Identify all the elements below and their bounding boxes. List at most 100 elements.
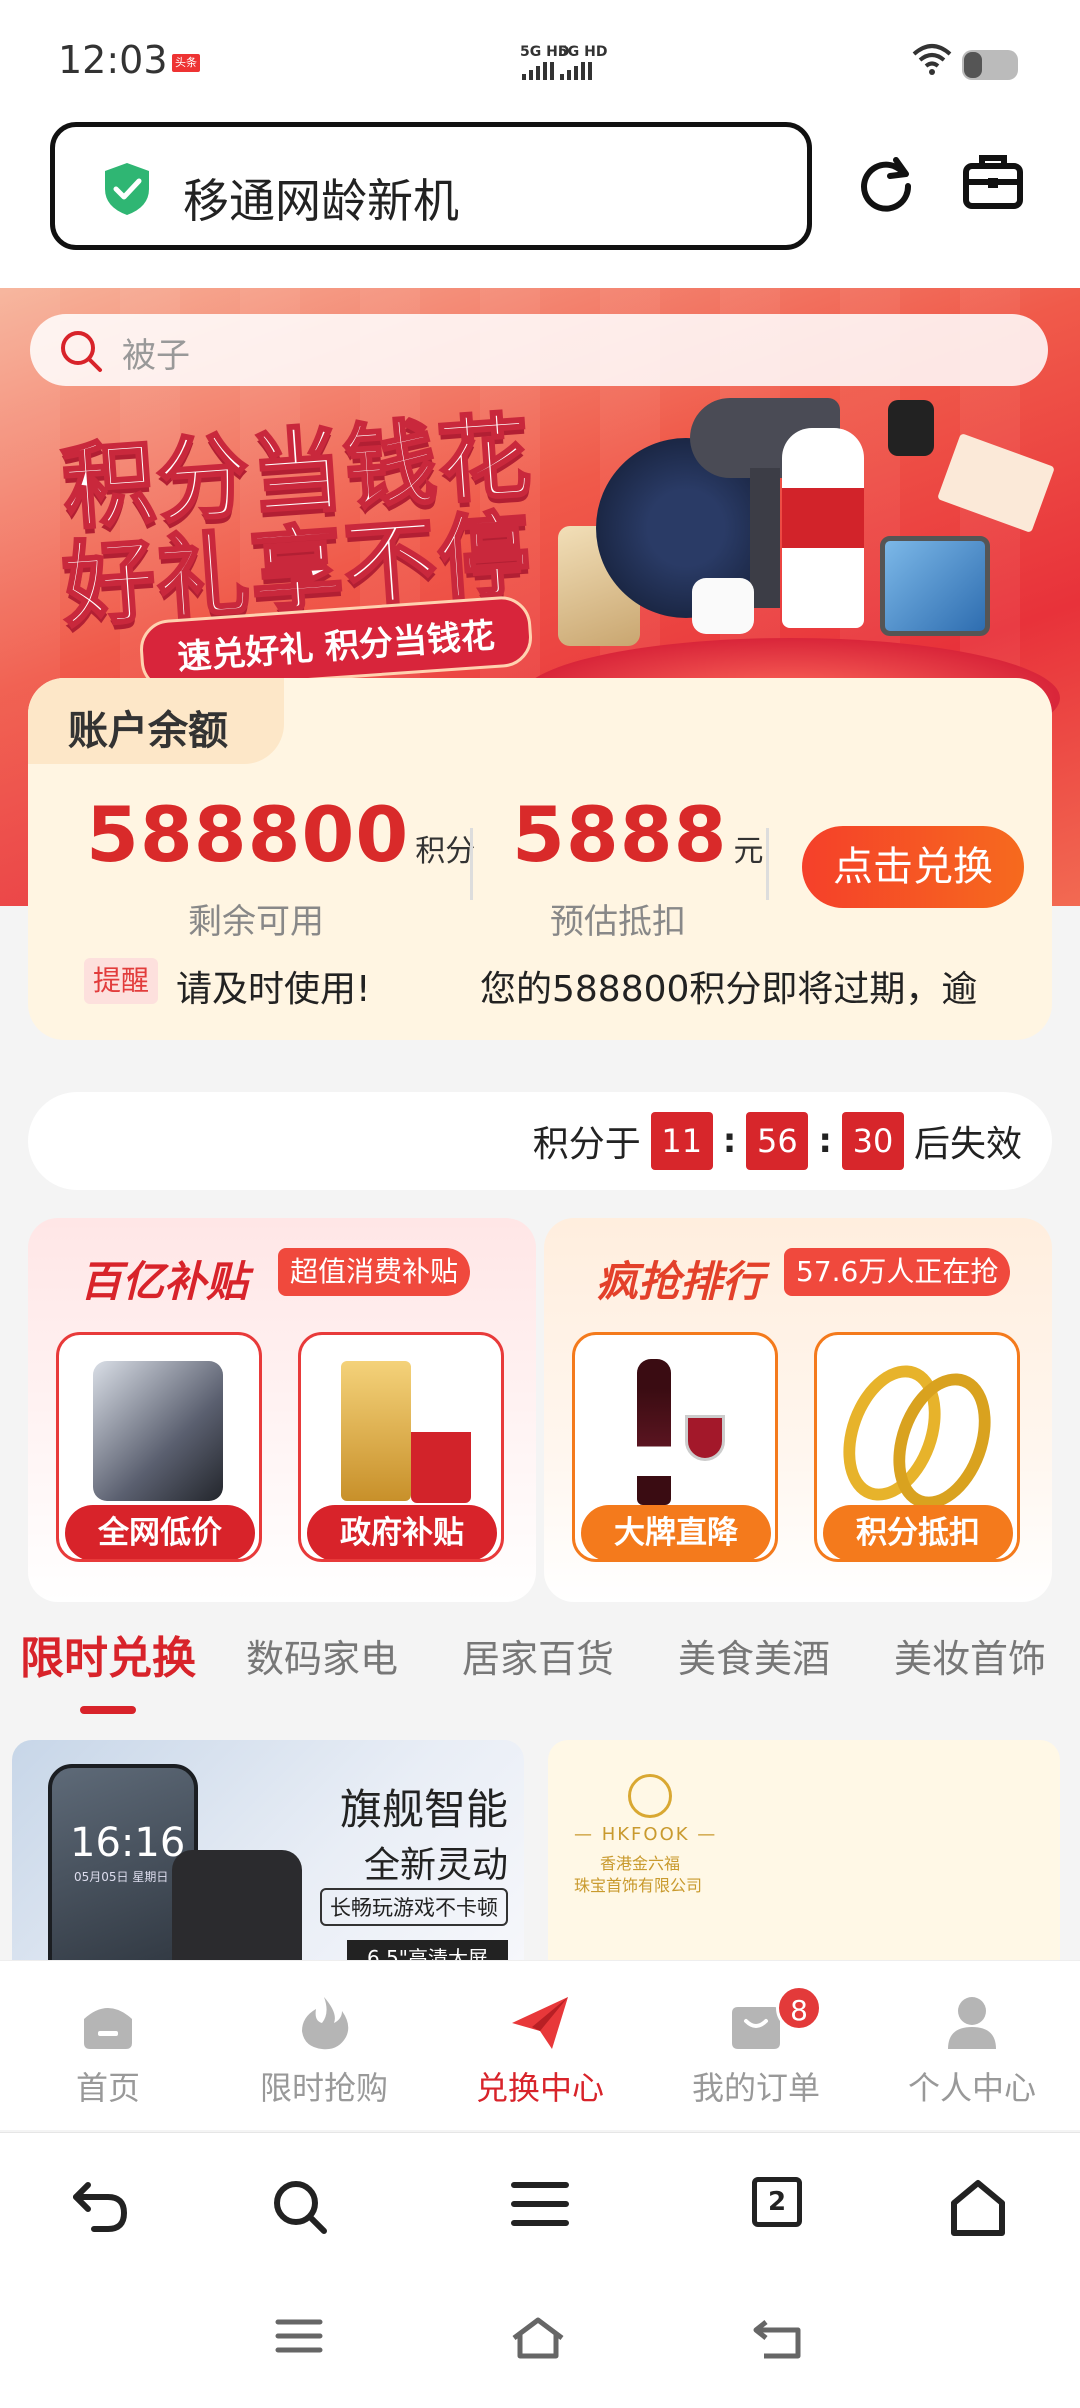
phone-screen-date: 05月05日 星期日 [74,1870,169,1884]
liquor-bottle-image [782,428,864,628]
countdown-colon: : [818,1121,832,1161]
menu-icon[interactable] [510,2179,570,2229]
promo-tag: 超值消费补贴 [278,1248,471,1296]
app-screen: 12:03 头条 5G HD 5G HD 移通网龄新机 被子 积分当钱花 好礼享… [0,0,1080,2408]
back-icon[interactable] [752,2316,804,2360]
points-unit: 积分 [415,834,476,869]
promo-tag: 57.6万人正在抢 [784,1248,1011,1296]
cash-caption: 预估抵扣 [550,902,686,942]
cash-unit: 元 [733,834,764,869]
promo-product-label: 积分抵扣 [823,1505,1013,1559]
tabs-count-button[interactable]: 2 [752,2177,802,2227]
search-bar[interactable]: 被子 [30,314,1048,386]
remind-text: 请及时使用! [176,969,371,1010]
tile-subline: 全新灵动 [363,1845,508,1886]
countdown-colon: : [722,1121,737,1161]
cash-value: 5888 [512,790,728,879]
expiry-marquee: 您的588800积分即将过期，逾 [480,969,978,1008]
points-value: 588800 [86,790,410,879]
nav-label: 限时抢购 [259,2069,388,2107]
countdown-hours: 11 [650,1112,713,1170]
smartwatch-image [888,400,934,456]
active-tab-indicator [80,1706,136,1714]
nav-label: 个人中心 [907,2069,1036,2107]
tab-beauty-jewelry[interactable]: 美妆首饰 [894,1628,1046,1683]
home-icon[interactable] [950,2179,1006,2237]
divider [766,828,769,900]
search-icon [61,331,102,372]
flame-icon [302,1997,349,2050]
account-balance-card: 账户余额 588800 积分 剩余可用 5888 元 预估抵扣 点击兑换 提醒 请及… [28,678,1052,1040]
divider [470,828,473,900]
nav-flash-sale[interactable]: 限时抢购 [234,1993,414,2109]
promo-product-card[interactable]: 政府补贴 [298,1332,504,1562]
brand-company: 珠宝首饰有限公司 [574,1876,703,1895]
cash-estimate: 5888 元 [512,790,764,879]
product-tile[interactable]: — HKFOOK — 香港金六福 珠宝首饰有限公司 [548,1740,1060,1960]
account-tab: 账户余额 [28,678,284,764]
signal-icon-1 [522,62,554,80]
battery-icon [962,50,1018,80]
url-bar[interactable]: 移通网龄新机 [50,122,812,250]
nav-my-orders[interactable]: 8 我的订单 [666,1985,846,2109]
phone-screen-time: 16:16 [70,1820,186,1866]
promo-product-label: 政府补贴 [307,1505,497,1559]
brand-name-en: — HKFOOK — [574,1824,718,1845]
countdown-suffix: 后失效 [913,1124,1022,1165]
bottom-nav: 首页 限时抢购 兑换中心 8 我的订单 个人中心 [0,1960,1080,2130]
home-icon[interactable] [508,2316,568,2360]
earbuds-image [692,578,754,634]
wifi-icon [912,44,952,75]
search-placeholder: 被子 [122,336,190,376]
tab-limited-exchange[interactable]: 限时兑换 [20,1622,196,1686]
promo-card-ranking[interactable]: 疯抢排行 57.6万人正在抢 大牌直降 积分抵扣 [544,1218,1052,1602]
liquor-bottle-image [411,1385,471,1503]
promo-product-card[interactable]: 大牌直降 [572,1332,778,1562]
nav-profile[interactable]: 个人中心 [882,1993,1062,2109]
status-time: 12:03 [58,38,168,82]
promo-product-label: 大牌直降 [581,1505,771,1559]
browser-toolbar: 2 [0,2132,1080,2282]
expiry-countdown: 积分于 11 : 56 : 30 后失效 [28,1092,1052,1190]
brand-logo [628,1774,672,1818]
promo-product-card[interactable]: 积分抵扣 [814,1332,1020,1562]
tab-digital-appliances[interactable]: 数码家电 [246,1628,398,1683]
brand-name-cn: 香港金六福 [600,1854,681,1873]
redeem-button[interactable]: 点击兑换 [802,826,1024,908]
nav-exchange-center[interactable]: 兑换中心 [450,1993,630,2109]
system-nav-bar [0,2282,1080,2408]
secure-shield-icon [105,163,149,215]
tile-tag: 长畅玩游戏不卡顿 [320,1888,508,1926]
promo-card-subsidy[interactable]: 百亿补贴 超值消费补贴 全网低价 政府补贴 [28,1218,536,1602]
toolbox-icon[interactable] [962,152,1024,212]
browser-top-bar: 移通网龄新机 [0,110,1080,288]
points-caption: 剩余可用 [188,902,324,942]
paper-plane-icon [512,1997,568,2049]
nav-label: 我的订单 [691,2069,820,2107]
user-icon [948,1997,996,2049]
tab-food-liquor[interactable]: 美食美酒 [678,1628,830,1683]
back-arrow-icon[interactable] [70,2179,130,2235]
countdown-prefix: 积分于 [532,1124,641,1165]
account-tab-label: 账户余额 [68,708,228,754]
tab-home-goods[interactable]: 居家百货 [462,1628,614,1683]
nav-label: 首页 [75,2069,140,2107]
wine-bottle-image [637,1359,671,1505]
promo-product-label: 全网低价 [65,1505,255,1559]
tile-strip: 6.5"高清大屏 [346,1940,508,1960]
product-tile[interactable]: 16:16 05月05日 星期日 旗舰智能 全新灵动 长畅玩游戏不卡顿 6.5"… [12,1740,524,1960]
nav-home[interactable]: 首页 [18,1993,198,2109]
reload-icon[interactable] [856,152,916,212]
orders-badge: 8 [776,1985,822,2031]
wine-glass-image [685,1415,725,1461]
countdown-seconds: 30 [841,1112,904,1170]
signal-icon-2 [560,62,592,80]
search-icon[interactable] [272,2179,328,2235]
notification-badge: 头条 [172,54,200,72]
remind-tag: 提醒 [84,958,158,1004]
promo-product-card[interactable]: 全网低价 [56,1332,262,1562]
tile-headline: 旗舰智能 [339,1785,508,1834]
recents-icon[interactable] [274,2316,324,2356]
category-tabs: 限时兑换 数码家电 居家百货 美食美酒 美妆首饰 [0,1618,1080,1718]
phone-back-image [172,1850,302,1960]
